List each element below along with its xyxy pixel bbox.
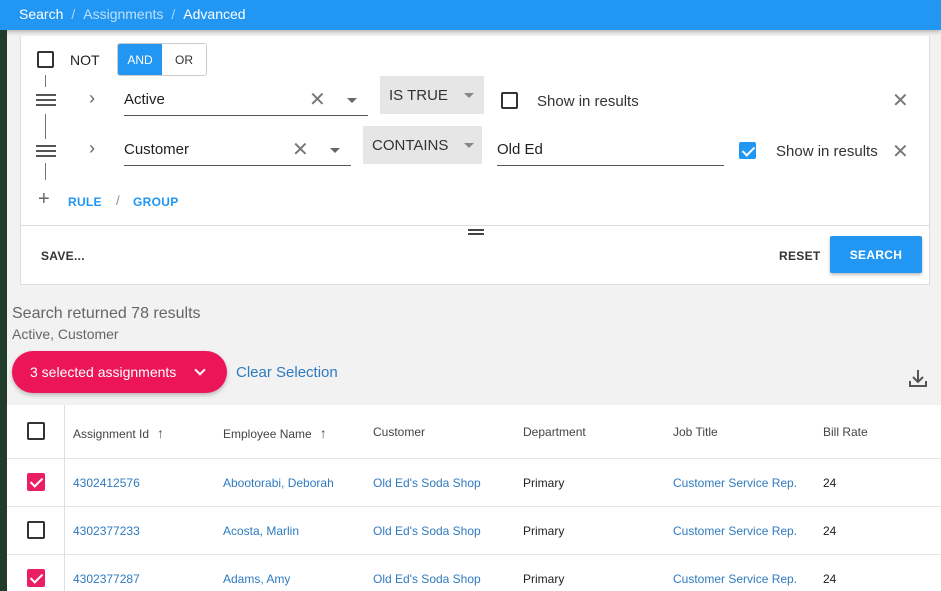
and-button[interactable]: AND [118,44,162,75]
department-cell: Primary [523,572,565,586]
rule-field-select[interactable]: Active [124,91,368,116]
breadcrumb-separator: / [171,6,176,22]
row-checkbox[interactable] [27,569,45,587]
rule-field-value: Active [124,91,165,108]
results-subtitle: Active, Customer [12,326,119,342]
column-header-department[interactable]: Department [523,425,586,439]
assignment-id-link[interactable]: 4302377233 [73,524,140,538]
assignment-id-link[interactable]: 4302377287 [73,572,140,586]
selection-label: 3 selected assignments [30,364,177,380]
show-in-results-checkbox[interactable] [501,92,518,109]
search-button[interactable]: SEARCH [830,236,922,273]
breadcrumb-separator: / [71,6,76,22]
column-header-customer[interactable]: Customer [373,425,425,439]
column-header-label: Employee Name [223,427,312,441]
bill-rate-cell: 24 [823,476,837,490]
chevron-right-icon[interactable]: › [89,88,95,109]
add-icon[interactable]: + [38,188,50,211]
employee-name-link[interactable]: Abootorabi, Deborah [223,476,334,490]
department-cell: Primary [523,476,565,490]
breadcrumb-assignments[interactable]: Assignments [83,6,163,22]
job-title-link[interactable]: Customer Service Rep. [673,476,797,490]
sort-up-icon: ↑ [157,425,165,441]
column-header-job-title[interactable]: Job Title [673,425,718,439]
column-header-label: Assignment Id [73,427,150,441]
column-header-assignment-id[interactable]: Assignment Id ↑ [73,425,164,441]
bill-rate-cell: 24 [823,524,837,538]
chevron-down-icon [464,142,475,148]
customer-link[interactable]: Old Ed's Soda Shop [373,572,481,586]
customer-link[interactable]: Old Ed's Soda Shop [373,476,481,490]
rule-value-input[interactable]: Old Ed [497,141,724,166]
download-icon[interactable] [907,367,929,389]
select-all-checkbox[interactable] [27,422,45,440]
reset-button[interactable]: RESET [779,249,821,263]
save-button[interactable]: SAVE... [41,249,85,263]
query-builder-panel: NOT AND OR › Active ✕ IS TRUE Show in re… [20,36,930,285]
rule-value-text: Old Ed [497,141,543,158]
breadcrumb: Search / Assignments / Advanced [19,6,246,22]
selection-menu-button[interactable]: 3 selected assignments [12,351,227,393]
job-title-link[interactable]: Customer Service Rep. [673,524,797,538]
row-checkbox[interactable] [27,521,45,539]
rule-field-select[interactable]: Customer [124,141,351,166]
assignment-id-link[interactable]: 4302412576 [73,476,140,490]
logic-toggle: AND OR [117,43,207,76]
tree-line [45,114,46,139]
search-button-label: SEARCH [849,247,903,262]
employee-name-link[interactable]: Adams, Amy [223,572,290,586]
breadcrumb-advanced: Advanced [183,6,246,22]
table-row[interactable]: 4302377233 Acosta, Marlin Old Ed's Soda … [7,507,941,555]
department-cell: Primary [523,524,565,538]
add-group-link[interactable]: GROUP [133,195,179,209]
tree-line [45,163,46,180]
table-header-row: Assignment Id ↑ Employee Name ↑ Customer D… [7,405,941,459]
clear-icon[interactable]: ✕ [309,87,326,112]
rule-operator-select[interactable]: IS TRUE [380,76,484,114]
job-title-link[interactable]: Customer Service Rep. [673,572,797,586]
results-table: Assignment Id ↑ Employee Name ↑ Customer D… [7,405,941,591]
chevron-down-icon[interactable] [330,148,340,153]
chevron-down-icon [194,364,206,376]
or-button[interactable]: OR [162,44,206,75]
resize-handle[interactable] [468,229,484,235]
not-checkbox[interactable] [37,51,54,68]
not-label: NOT [70,52,100,68]
drag-handle[interactable] [36,91,56,109]
breadcrumb-search[interactable]: Search [19,6,63,22]
tree-line [45,75,46,87]
chevron-down-icon [463,92,474,98]
rule-operator-value: CONTAINS [372,136,449,154]
footer-divider [21,225,929,226]
table-row[interactable]: 4302377287 Adams, Amy Old Ed's Soda Shop… [7,555,941,591]
chevron-right-icon[interactable]: › [89,138,95,159]
clear-selection-link[interactable]: Clear Selection [236,364,338,381]
clear-icon[interactable]: ✕ [292,137,309,162]
rule-operator-value: IS TRUE [389,86,448,104]
drag-handle[interactable] [36,142,56,160]
remove-rule-icon[interactable]: ✕ [892,139,909,164]
table-row[interactable]: 4302412576 Abootorabi, Deborah Old Ed's … [7,459,941,507]
customer-link[interactable]: Old Ed's Soda Shop [373,524,481,538]
rule-operator-select[interactable]: CONTAINS [363,126,482,164]
results-title: Search returned 78 results [12,305,201,322]
left-edge-strip [0,30,7,591]
chevron-down-icon[interactable] [347,98,357,103]
top-bar: Search / Assignments / Advanced [0,0,941,30]
employee-name-link[interactable]: Acosta, Marlin [223,524,299,538]
row-checkbox[interactable] [27,473,45,491]
show-in-results-checkbox[interactable] [739,142,756,159]
add-rule-link[interactable]: RULE [68,195,102,209]
column-header-employee-name[interactable]: Employee Name ↑ [223,425,327,441]
show-in-results-label: Show in results [537,93,639,110]
sort-up-icon: ↑ [319,425,327,441]
show-in-results-label: Show in results [776,143,878,160]
add-separator: / [116,193,120,208]
rule-field-value: Customer [124,141,190,158]
remove-rule-icon[interactable]: ✕ [892,88,909,113]
bill-rate-cell: 24 [823,572,837,586]
column-header-bill-rate[interactable]: Bill Rate [823,425,868,439]
